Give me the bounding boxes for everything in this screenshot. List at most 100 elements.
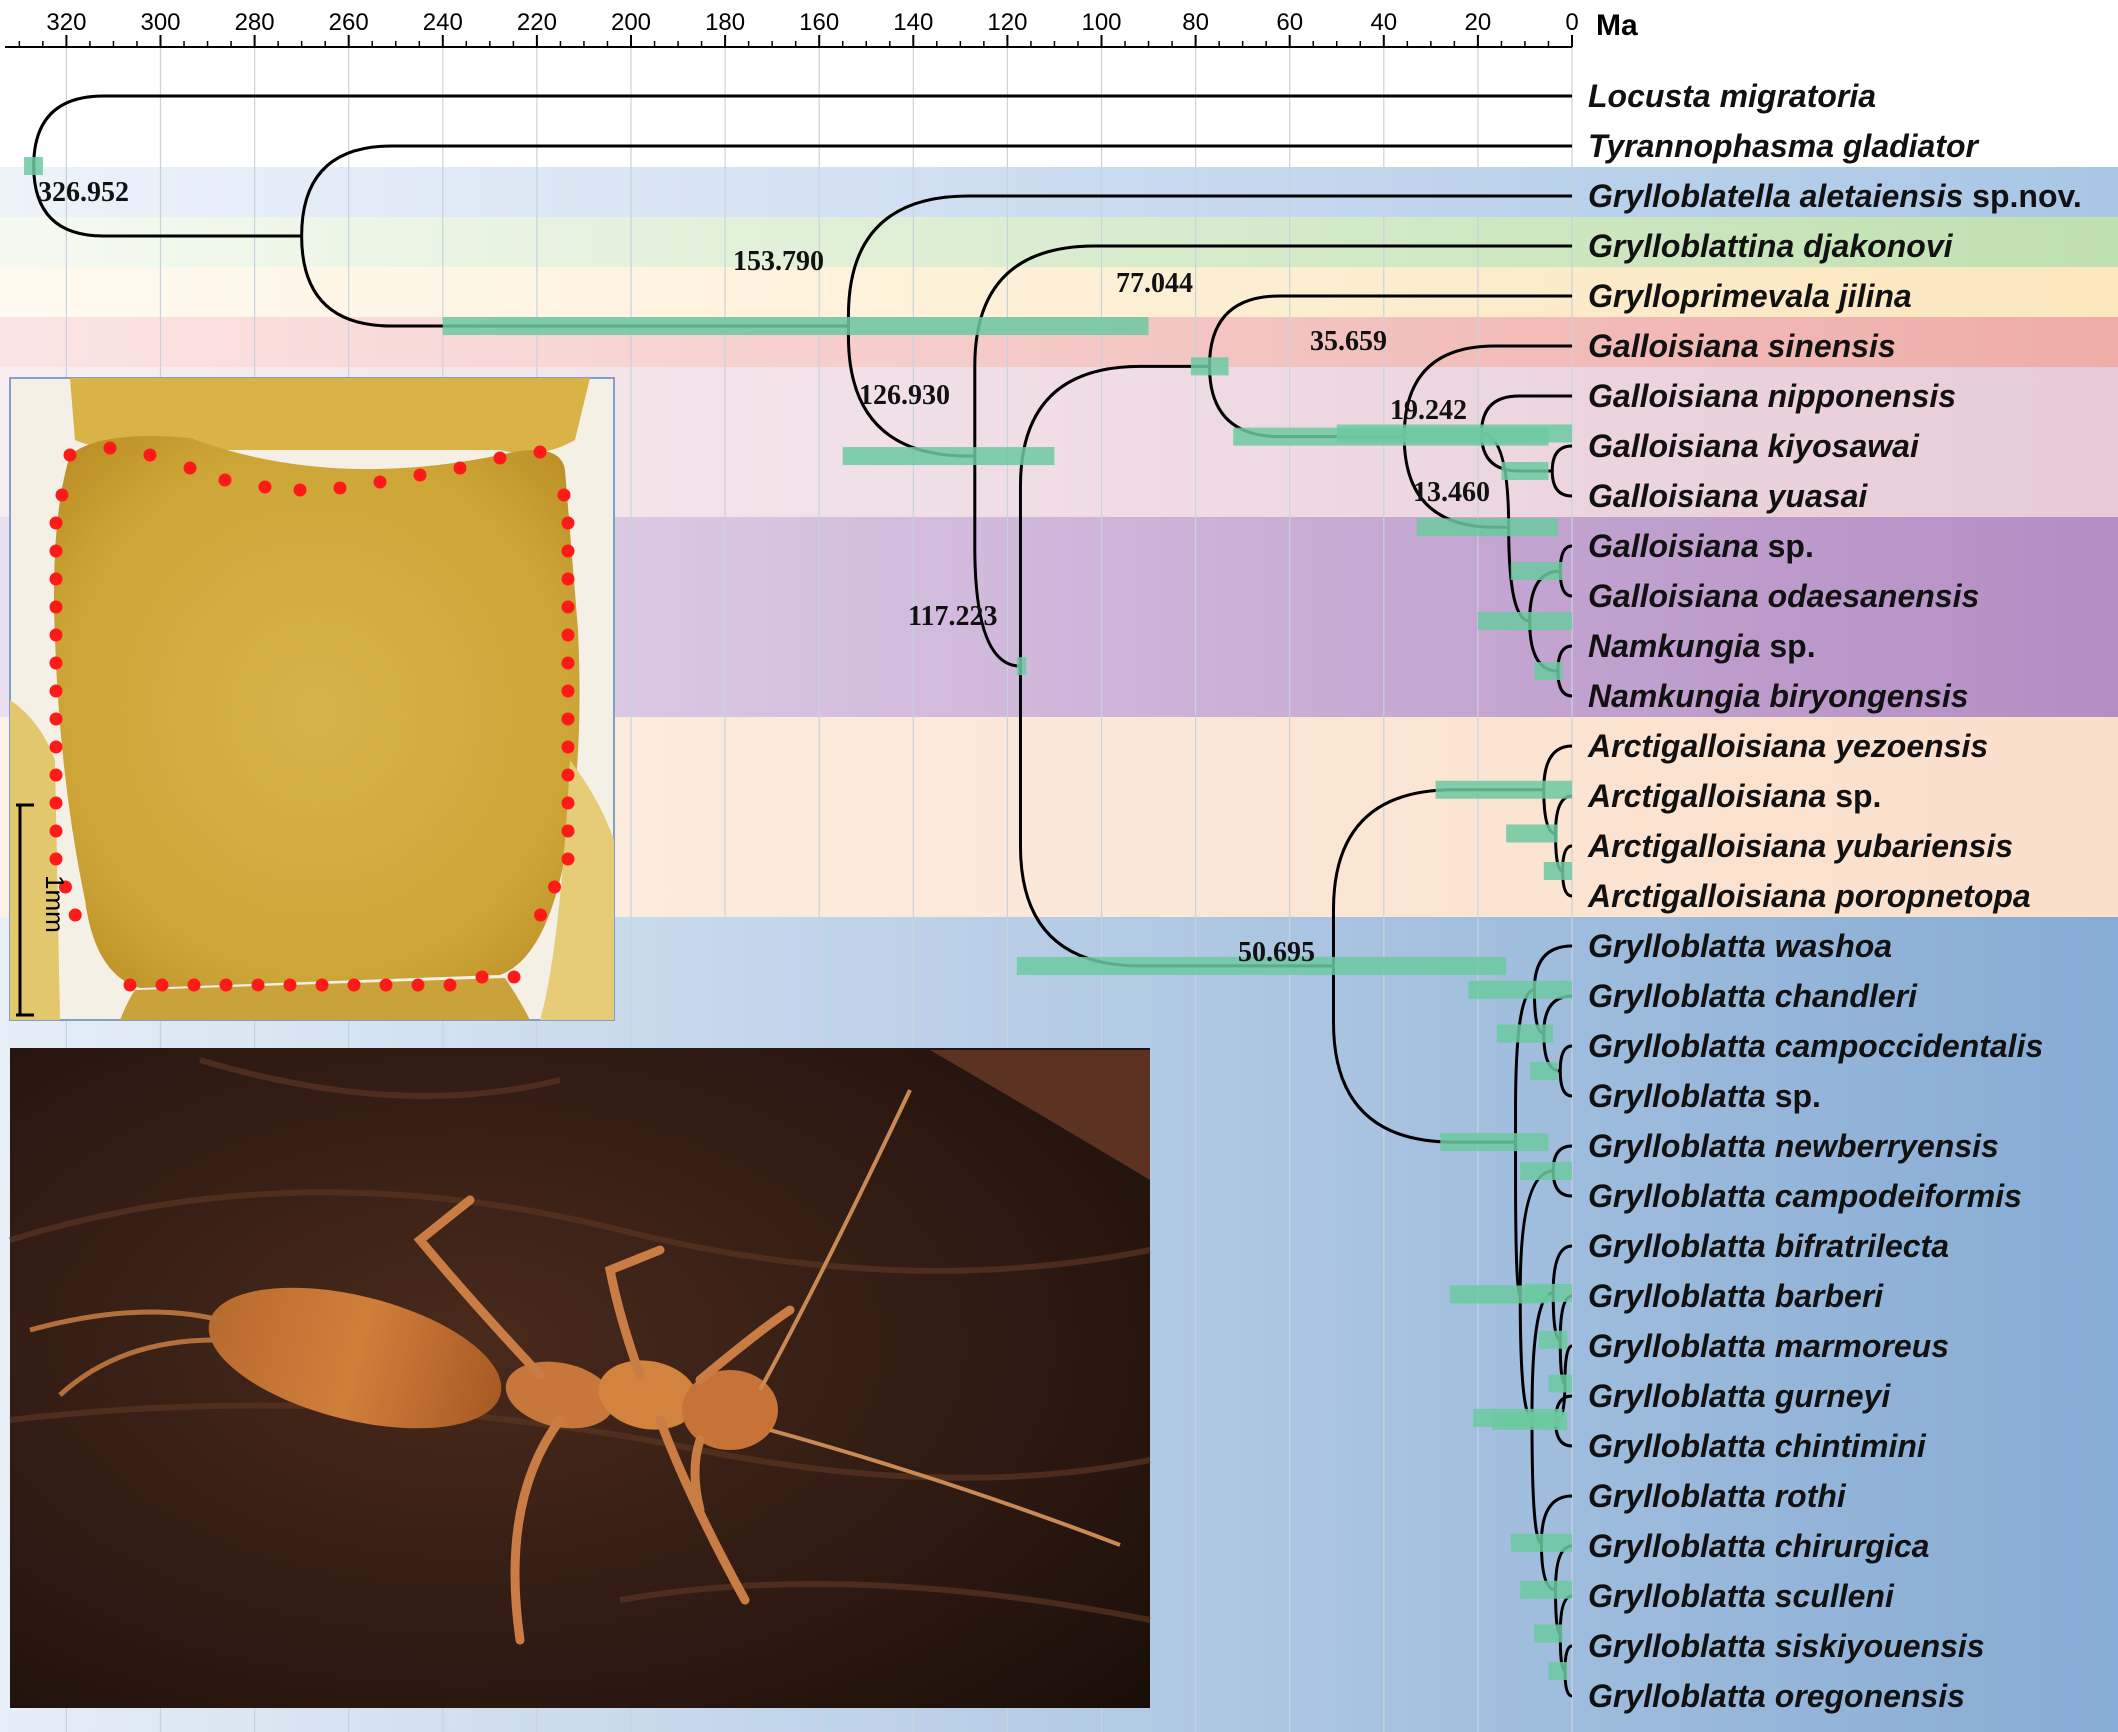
taxon-name: Grylloblatta bifratrilecta	[1588, 1228, 1949, 1264]
outline-dot	[63, 448, 77, 462]
hpd-bar-a3	[1543, 862, 1572, 880]
taxon-name: Grylloblatta rothi	[1588, 1478, 1847, 1514]
taxon-name: Tyrannophasma gladiator	[1588, 128, 1980, 164]
taxon-label: Grylloblatta newberryensis	[1588, 1128, 1999, 1164]
taxon-label: Grylloblatta sculleni	[1588, 1578, 1895, 1614]
hpd-bar-k1	[1477, 612, 1572, 630]
taxon-suffix: sp.nov.	[1963, 178, 2082, 214]
hpd-bar-n3	[1016, 657, 1027, 676]
outline-dot	[333, 481, 347, 495]
tick-label-180: 180	[705, 9, 745, 36]
node-age-root: 326.952	[38, 177, 129, 208]
outline-dot	[561, 852, 575, 866]
tick-label-20: 20	[1465, 9, 1492, 36]
taxon-name: Grylloblatta	[1588, 1078, 1766, 1114]
taxon-name: Grylloblattina djakonovi	[1588, 228, 1954, 264]
node-age-n4: 77.044	[1116, 268, 1193, 299]
outline-dot	[49, 516, 63, 530]
outline-dot	[187, 978, 201, 992]
taxon-name: Arctigalloisiana poropnetopa	[1587, 878, 2031, 914]
taxon-label: Grylloprimevala jilina	[1588, 278, 1912, 314]
taxon-name: Galloisiana sinensis	[1588, 328, 1896, 364]
taxon-name: Arctigalloisiana yubariensis	[1587, 828, 2013, 864]
hpd-bar-g1	[1440, 1133, 1549, 1152]
taxon-label: Namkungia sp.	[1588, 628, 1816, 664]
taxon-name: Grylloblatta newberryensis	[1588, 1128, 1999, 1164]
taxon-label: Grylloblatta gurneyi	[1588, 1378, 1891, 1414]
outline-dot	[561, 516, 575, 530]
branch-root-0	[32, 94, 1572, 167]
taxon-suffix: sp.	[1759, 528, 1814, 564]
taxon-label: Arctigalloisiana yezoensis	[1587, 728, 1988, 764]
outline-dot	[373, 475, 387, 489]
taxon-label: Arctigalloisiana sp.	[1587, 778, 1881, 814]
taxon-name: Grylloblatta marmoreus	[1588, 1328, 1949, 1364]
outline-dot	[218, 473, 232, 487]
node-age-n7: 13.460	[1413, 477, 1490, 508]
taxon-label: Grylloblatta marmoreus	[1588, 1328, 1949, 1364]
taxon-name: Grylloblatta chirurgica	[1588, 1528, 1929, 1564]
taxon-name: Galloisiana nipponensis	[1588, 378, 1956, 414]
tick-label-200: 200	[611, 9, 651, 36]
axis-unit-label: Ma	[1596, 9, 1638, 42]
hpd-bar-gc	[1496, 1024, 1554, 1043]
taxon-name: Galloisiana	[1588, 528, 1759, 564]
outline-dot	[143, 448, 157, 462]
hpd-bar-g2	[1468, 980, 1572, 999]
taxon-label: Namkungia biryongensis	[1588, 678, 1969, 714]
hpd-bar-gb2	[1539, 1330, 1568, 1349]
node-age-n3: 117.223	[908, 601, 997, 632]
taxon-label: Galloisiana odaesanensis	[1588, 578, 1979, 614]
taxon-name: Grylloprimevala jilina	[1588, 278, 1912, 314]
hpd-bar-k2	[1510, 562, 1563, 580]
outline-dot	[379, 978, 393, 992]
hpd-bar-n6	[1336, 424, 1572, 443]
outline-dot	[561, 600, 575, 614]
taxon-label: Grylloblatta chirurgica	[1588, 1528, 1929, 1564]
taxon-label: Grylloblatta rothi	[1588, 1478, 1847, 1514]
hpd-bar-j1	[1501, 462, 1549, 480]
outline-dot	[49, 600, 63, 614]
pronotum-shield	[54, 436, 580, 988]
outline-dot	[557, 488, 571, 502]
outline-dot	[443, 978, 457, 992]
outline-dot	[49, 796, 63, 810]
taxon-label: Grylloblattina djakonovi	[1588, 228, 1954, 264]
tick-label-260: 260	[329, 9, 369, 36]
hpd-bar-gn	[1520, 1162, 1572, 1180]
hpd-bar-gb3	[1548, 1374, 1572, 1393]
pronotum-photo-inset: 1mm	[9, 377, 615, 1021]
outline-dot	[49, 740, 63, 754]
taxon-label: Grylloblatta sp.	[1588, 1078, 1821, 1114]
hpd-bar-gg	[1492, 1412, 1568, 1430]
scale-bar-label: 1mm	[40, 875, 70, 933]
outline-dot	[561, 684, 575, 698]
taxon-label: Arctigalloisiana yubariensis	[1587, 828, 2013, 864]
hpd-bar-a2	[1506, 824, 1558, 843]
taxon-name: Grylloblatta campodeiformis	[1588, 1178, 2022, 1214]
outline-dot	[251, 978, 265, 992]
node-age-n8: 50.695	[1238, 937, 1315, 968]
taxon-label: Galloisiana yuasai	[1588, 478, 1868, 514]
tick-label-120: 120	[987, 9, 1027, 36]
hpd-bar-gb	[1524, 1283, 1572, 1302]
outline-dot	[155, 978, 169, 992]
taxon-name: Arctigalloisiana	[1587, 778, 1826, 814]
outline-dot	[315, 978, 329, 992]
node-age-n2: 126.930	[859, 380, 950, 411]
taxon-name: Galloisiana kiyosawai	[1588, 428, 1920, 464]
outline-dot	[507, 970, 521, 984]
taxon-name: Namkungia biryongensis	[1588, 678, 1969, 714]
taxon-name: Grylloblatta washoa	[1588, 928, 1892, 964]
outline-dot	[561, 712, 575, 726]
taxon-name: Grylloblatta siskiyouensis	[1588, 1628, 1985, 1664]
outline-dot	[561, 544, 575, 558]
outline-dot	[561, 796, 575, 810]
node-age-n1: 153.790	[733, 246, 824, 277]
outline-dot	[49, 572, 63, 586]
tick-label-320: 320	[46, 9, 86, 36]
taxon-label: Grylloblatta bifratrilecta	[1588, 1228, 1949, 1264]
taxon-label: Grylloblatta oregonensis	[1588, 1678, 1965, 1714]
node-age-n5: 35.659	[1310, 326, 1387, 357]
taxon-name: Namkungia	[1588, 628, 1760, 664]
